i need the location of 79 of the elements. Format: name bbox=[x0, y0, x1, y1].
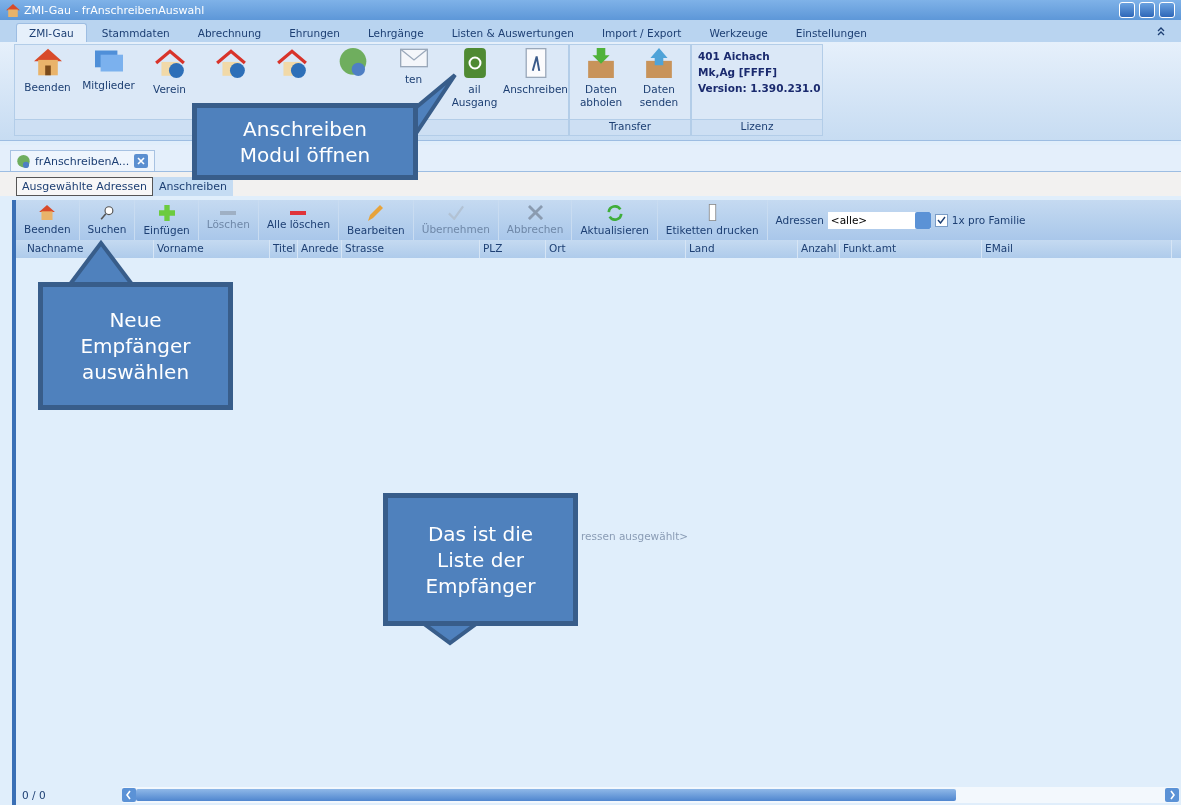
close-button[interactable] bbox=[1159, 2, 1175, 18]
empty-list-text: ressen ausgewählt> bbox=[581, 530, 689, 542]
column-header[interactable]: Land bbox=[686, 240, 798, 258]
group-label: Transfer bbox=[570, 119, 690, 135]
at-sign-icon bbox=[463, 48, 486, 78]
house-icon bbox=[39, 205, 56, 220]
house-icon bbox=[33, 48, 62, 76]
ribbon-button-label: ail Ausgang bbox=[451, 83, 498, 109]
column-header[interactable]: Anzahl bbox=[798, 240, 840, 258]
house-badge-icon bbox=[214, 48, 247, 78]
house-badge-icon bbox=[153, 48, 186, 78]
license-info: 401 Aichach bbox=[698, 50, 771, 62]
ribbon-button[interactable]: ten bbox=[383, 48, 444, 86]
ribbon-tab[interactable]: Lehrgänge bbox=[354, 23, 437, 42]
ribbon-tab[interactable]: Listen & Auswertungen bbox=[438, 23, 587, 42]
ribbon-tab[interactable]: Werkzeuge bbox=[696, 23, 781, 42]
checkmark-icon bbox=[447, 205, 464, 220]
document-tab[interactable]: frAnschreibenA... bbox=[10, 150, 156, 171]
ribbon-button[interactable]: Anschreiben bbox=[505, 48, 566, 96]
app-icon bbox=[6, 3, 20, 17]
column-header[interactable]: Funkt.amt bbox=[840, 240, 982, 258]
ribbon-button[interactable]: Verein bbox=[139, 48, 200, 96]
minimize-button[interactable] bbox=[1119, 2, 1135, 18]
column-header[interactable]: Anrede bbox=[298, 240, 342, 258]
scroll-left-icon[interactable] bbox=[122, 788, 136, 802]
horizontal-scrollbar[interactable] bbox=[122, 787, 1179, 803]
column-header[interactable]: Ort bbox=[546, 240, 686, 258]
ribbon-button-label: ten bbox=[404, 73, 423, 86]
column-header[interactable]: Strasse bbox=[342, 240, 480, 258]
window-title: ZMI-Gau - frAnschreibenAuswahl bbox=[24, 3, 206, 17]
ribbon-button[interactable]: Beenden bbox=[17, 48, 78, 94]
cross-icon bbox=[527, 205, 543, 220]
ribbon-tab[interactable]: Einstellungen bbox=[782, 23, 880, 42]
column-header[interactable]: EMail bbox=[982, 240, 1172, 258]
collapse-icon[interactable] bbox=[1157, 26, 1165, 36]
ribbon-button-label: Verein bbox=[153, 83, 186, 96]
sub-tab[interactable]: Ausgewählte Adressen bbox=[16, 177, 153, 196]
maximize-button[interactable] bbox=[1139, 2, 1155, 18]
globe-icon bbox=[338, 48, 367, 76]
refresh-icon bbox=[606, 204, 623, 221]
box-upload-icon bbox=[645, 48, 673, 78]
ribbon-tab[interactable]: Ehrungen bbox=[276, 23, 353, 42]
checkbox-label: 1x pro Familie bbox=[951, 214, 1026, 226]
box-download-icon bbox=[587, 48, 615, 78]
column-header[interactable]: PLZ bbox=[480, 240, 546, 258]
checkbox[interactable] bbox=[934, 213, 948, 227]
globe-icon bbox=[17, 154, 30, 168]
label-icon bbox=[707, 204, 717, 221]
close-icon[interactable] bbox=[134, 154, 149, 168]
ribbon-button-label: Beenden bbox=[24, 81, 71, 94]
ribbon-button-label: Daten senden bbox=[639, 83, 679, 109]
column-header[interactable]: Titel bbox=[270, 240, 298, 258]
filter-label: Adressen bbox=[775, 214, 824, 226]
address-dropdown[interactable]: <alle> bbox=[827, 211, 931, 229]
column-header[interactable]: Vorname bbox=[154, 240, 270, 258]
ribbon-tab[interactable]: Import / Export bbox=[588, 23, 695, 42]
ribbon-button-label: Anschreiben bbox=[503, 83, 568, 96]
ribbon-tab[interactable]: Stammdaten bbox=[88, 23, 183, 42]
house-badge-icon bbox=[275, 48, 308, 78]
cards-icon bbox=[94, 48, 123, 74]
license-info: Mk,Ag [FFFF] bbox=[698, 66, 778, 78]
record-count: 0 / 0 bbox=[21, 789, 47, 801]
plus-icon bbox=[158, 204, 175, 221]
group-label: Lizenz bbox=[692, 119, 822, 135]
ribbon-tab[interactable]: ZMI-Gau bbox=[16, 23, 87, 42]
ribbon-button[interactable]: Mitglieder bbox=[78, 48, 139, 92]
minus-icon bbox=[290, 210, 307, 215]
ribbon-tab[interactable]: Abrechnung bbox=[184, 23, 275, 42]
scroll-right-icon[interactable] bbox=[1165, 788, 1179, 802]
ribbon-button-label: Daten abholen bbox=[579, 83, 623, 109]
ribbon-button[interactable]: Daten senden bbox=[630, 48, 688, 109]
minus-icon bbox=[220, 210, 237, 215]
document-tab-label: frAnschreibenA... bbox=[35, 154, 130, 168]
document-icon bbox=[524, 48, 547, 78]
search-icon bbox=[100, 205, 114, 220]
ribbon-button[interactable]: Daten abholen bbox=[572, 48, 630, 109]
pencil-icon bbox=[368, 204, 384, 221]
ribbon-button-label: Mitglieder bbox=[82, 79, 135, 92]
envelope-icon bbox=[399, 48, 428, 68]
